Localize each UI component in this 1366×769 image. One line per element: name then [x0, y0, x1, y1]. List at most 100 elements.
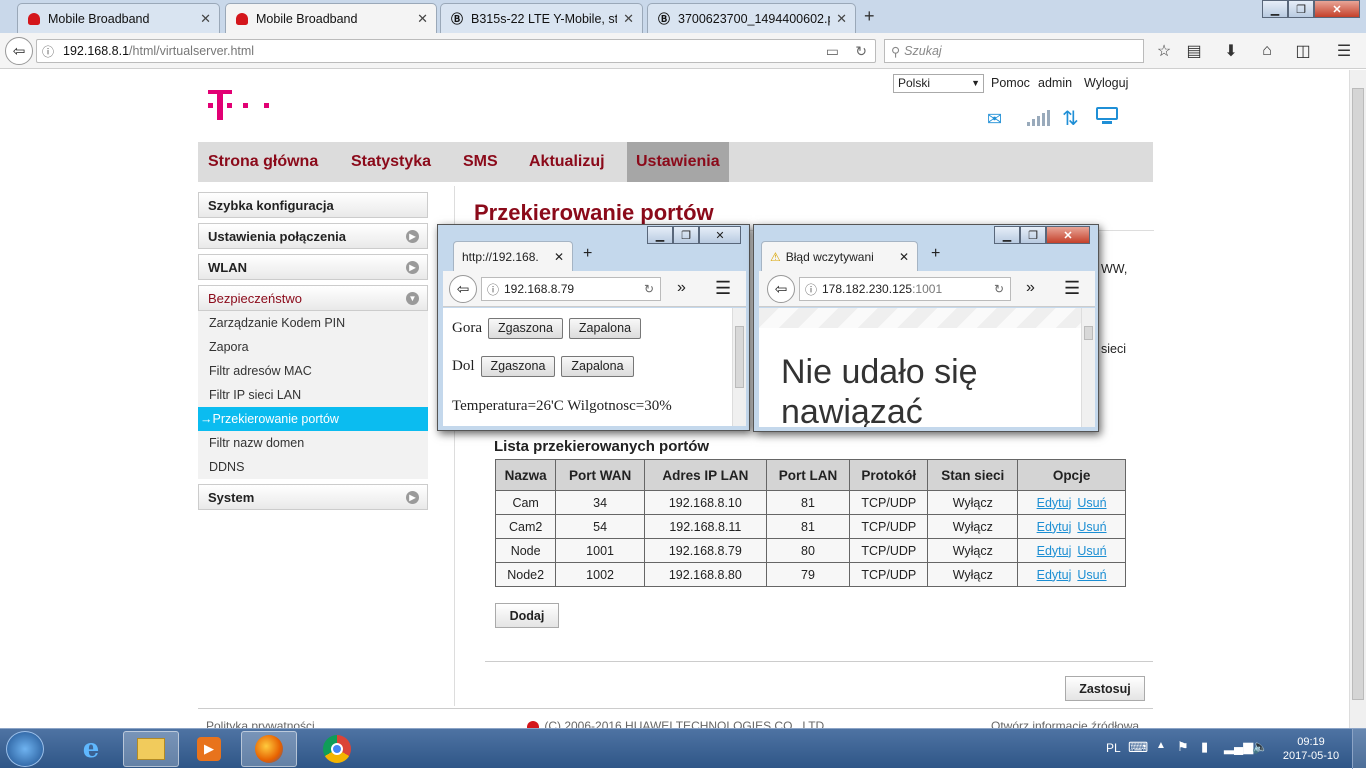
- top-off-button[interactable]: Zgaszona: [488, 318, 563, 339]
- overflow-chevron-icon[interactable]: »: [677, 279, 686, 297]
- tab-4[interactable]: Ⓑ 3700623700_1494400602.png ✕: [647, 3, 856, 33]
- overflow-chevron-icon[interactable]: »: [1026, 279, 1035, 297]
- internet-explorer-icon[interactable]: e: [63, 731, 119, 767]
- minimize-icon[interactable]: ▁: [647, 226, 673, 244]
- popup-scrollbar[interactable]: [1081, 308, 1095, 427]
- info-icon[interactable]: ⓘ: [800, 281, 822, 298]
- add-button[interactable]: Dodaj: [495, 603, 559, 628]
- help-link[interactable]: Pomoc: [991, 76, 1030, 90]
- nav-update[interactable]: Aktualizuj: [529, 142, 605, 182]
- clock[interactable]: 09:19 2017-05-10: [1281, 735, 1341, 763]
- chrome-icon[interactable]: [309, 731, 365, 767]
- nav-sms[interactable]: SMS: [463, 142, 498, 182]
- pocket-icon[interactable]: ◫: [1292, 40, 1314, 62]
- bookmark-star-icon[interactable]: ☆: [1153, 40, 1175, 62]
- menu-icon[interactable]: ☰: [1064, 278, 1080, 299]
- sidebar-item-ddns[interactable]: DDNS: [198, 455, 428, 479]
- page-scrollbar[interactable]: [1349, 70, 1366, 728]
- scrollbar-thumb[interactable]: [735, 326, 744, 388]
- reload-icon[interactable]: ↻: [855, 43, 867, 60]
- minimize-icon[interactable]: ▁: [1262, 0, 1288, 18]
- logout-link[interactable]: Wyloguj: [1084, 76, 1128, 90]
- popup-tab[interactable]: ⚠ Błąd wczytywani ✕: [761, 241, 918, 271]
- maximize-icon[interactable]: ❐: [1020, 226, 1046, 244]
- minimize-icon[interactable]: ▁: [994, 226, 1020, 244]
- start-button[interactable]: [6, 731, 44, 767]
- sidebar-item-lan-ip-filter[interactable]: Filtr IP sieci LAN: [198, 383, 428, 407]
- tab-3[interactable]: Ⓑ B315s-22 LTE Y-Mobile, stałe ✕: [440, 3, 643, 33]
- close-tab-icon[interactable]: ✕: [554, 250, 564, 264]
- user-link[interactable]: admin: [1038, 76, 1072, 90]
- new-tab-icon[interactable]: +: [931, 245, 940, 263]
- close-tab-icon[interactable]: ✕: [623, 11, 634, 27]
- media-player-icon[interactable]: ▶: [181, 731, 237, 767]
- nav-settings[interactable]: Ustawienia: [627, 142, 729, 182]
- edit-link[interactable]: Edytuj: [1037, 568, 1072, 582]
- sidebar-item-domain-filter[interactable]: Filtr nazw domen: [198, 431, 428, 455]
- bottom-on-button[interactable]: Zapalona: [561, 356, 634, 377]
- delete-link[interactable]: Usuń: [1077, 520, 1106, 534]
- action-center-icon[interactable]: ⚑: [1177, 739, 1189, 755]
- maximize-icon[interactable]: ❐: [673, 226, 699, 244]
- scrollbar-thumb[interactable]: [1352, 88, 1364, 700]
- sidebar-item-pin[interactable]: Zarządzanie Kodem PIN: [198, 311, 428, 335]
- new-tab-icon[interactable]: +: [583, 245, 592, 263]
- popup-scrollbar[interactable]: [732, 308, 746, 426]
- popup-address-bar[interactable]: ⓘ 192.168.8.79 ↻: [481, 277, 661, 301]
- search-input[interactable]: ⚲ Szukaj: [884, 39, 1144, 63]
- edit-link[interactable]: Edytuj: [1037, 544, 1072, 558]
- delete-link[interactable]: Usuń: [1077, 496, 1106, 510]
- info-icon[interactable]: ⓘ: [482, 281, 504, 298]
- close-tab-icon[interactable]: ✕: [200, 11, 211, 27]
- tray-expand-icon[interactable]: ▲: [1156, 740, 1166, 751]
- download-icon[interactable]: ⬇: [1220, 40, 1242, 62]
- sidebar-wlan[interactable]: WLAN ▶: [198, 254, 428, 280]
- nav-home[interactable]: Strona główna: [208, 142, 318, 182]
- close-tab-icon[interactable]: ✕: [836, 11, 847, 27]
- sidebar-item-port-forwarding[interactable]: →Przekierowanie portów: [198, 407, 428, 431]
- sidebar-item-firewall[interactable]: Zapora: [198, 335, 428, 359]
- top-on-button[interactable]: Zapalona: [568, 318, 642, 339]
- close-tab-icon[interactable]: ✕: [417, 11, 428, 27]
- close-window-icon[interactable]: ✕: [1046, 226, 1090, 244]
- file-explorer-icon[interactable]: [123, 731, 179, 767]
- scrollbar-thumb[interactable]: [1084, 326, 1093, 340]
- info-icon[interactable]: ⓘ: [37, 43, 59, 60]
- sidebar-item-mac-filter[interactable]: Filtr adresów MAC: [198, 359, 428, 383]
- volume-icon[interactable]: 🔈: [1252, 739, 1268, 755]
- bookmarks-list-icon[interactable]: ▤: [1183, 40, 1205, 62]
- address-bar[interactable]: ⓘ 192.168.8.1/html/virtualserver.html ▭ …: [36, 39, 876, 63]
- popup-tab[interactable]: http://192.168. ✕: [453, 241, 573, 271]
- back-icon[interactable]: ⇦: [5, 37, 33, 65]
- keyboard-icon[interactable]: ⌨: [1128, 739, 1148, 756]
- maximize-icon[interactable]: ❐: [1288, 0, 1314, 18]
- menu-icon[interactable]: ☰: [715, 278, 731, 299]
- popup-address-bar[interactable]: ⓘ 178.182.230.125:1001 ↻: [799, 277, 1011, 301]
- reload-icon[interactable]: ↻: [644, 282, 654, 296]
- mail-icon[interactable]: ✉: [987, 109, 1002, 130]
- delete-link[interactable]: Usuń: [1077, 568, 1106, 582]
- nav-statistics[interactable]: Statystyka: [351, 142, 431, 182]
- input-language[interactable]: PL: [1106, 741, 1121, 755]
- close-window-icon[interactable]: ✕: [1314, 0, 1360, 18]
- edit-link[interactable]: Edytuj: [1037, 496, 1072, 510]
- back-icon[interactable]: ⇦: [767, 275, 795, 303]
- sidebar-quick-setup[interactable]: Szybka konfiguracja: [198, 192, 428, 218]
- reload-icon[interactable]: ↻: [994, 282, 1004, 296]
- tab-2[interactable]: Mobile Broadband ✕: [225, 3, 437, 34]
- sidebar-security[interactable]: Bezpieczeństwo ▼: [198, 285, 428, 311]
- reader-view-icon[interactable]: ▭: [826, 43, 839, 60]
- bottom-off-button[interactable]: Zgaszona: [480, 356, 556, 377]
- close-tab-icon[interactable]: ✕: [899, 250, 909, 264]
- device-icon[interactable]: ▮: [1201, 739, 1208, 755]
- close-window-icon[interactable]: ✕: [699, 226, 741, 244]
- sidebar-connection-settings[interactable]: Ustawienia połączenia ▶: [198, 223, 428, 249]
- back-icon[interactable]: ⇦: [449, 275, 477, 303]
- show-desktop-button[interactable]: [1352, 729, 1366, 769]
- delete-link[interactable]: Usuń: [1077, 544, 1106, 558]
- edit-link[interactable]: Edytuj: [1037, 520, 1072, 534]
- menu-icon[interactable]: ☰: [1333, 40, 1355, 62]
- tab-1[interactable]: Mobile Broadband ✕: [17, 3, 220, 33]
- home-icon[interactable]: ⌂: [1256, 40, 1278, 62]
- network-icon[interactable]: ▂▄▆: [1224, 739, 1253, 755]
